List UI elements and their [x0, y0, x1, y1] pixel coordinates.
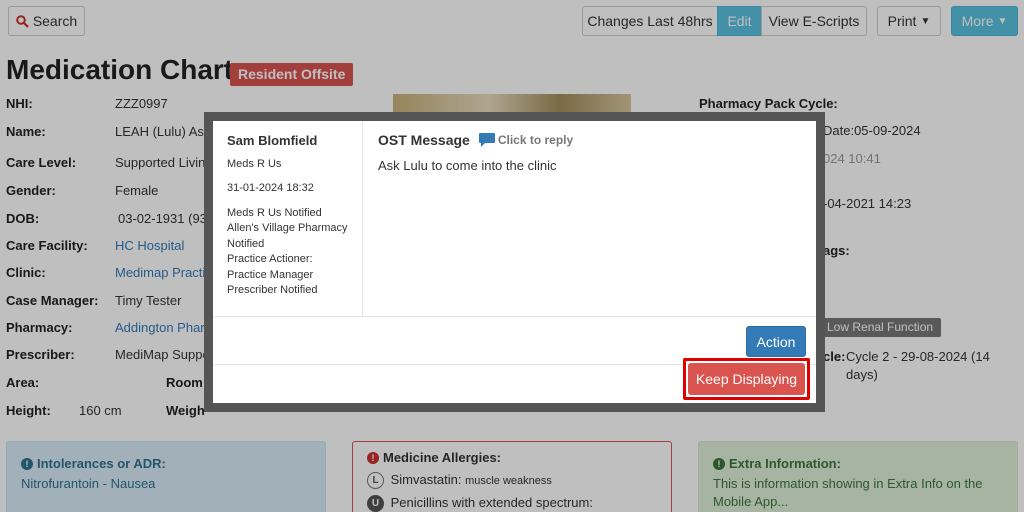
- notify-line: Prescriber Notified: [227, 284, 318, 296]
- notify-line: Practice Actioner:: [227, 253, 313, 265]
- notify-line: Notified: [227, 237, 265, 250]
- modal-content: Sam Blomfield Meds R Us 31-01-2024 18:32…: [213, 121, 816, 403]
- notify-line: Allen's Village Pharmacy: [227, 222, 348, 234]
- message-datetime: 31-01-2024 18:32: [227, 182, 314, 194]
- keep-displaying-button[interactable]: Keep Displaying: [688, 363, 805, 395]
- click-to-reply-label: Click to reply: [497, 133, 574, 147]
- message-content: OST Message Click to reply Ask Lulu to c…: [364, 121, 816, 316]
- notify-line: Practice Manager: [227, 268, 314, 281]
- notify-line: Meds R Us Notified: [227, 206, 322, 219]
- ost-message-modal: Sam Blomfield Meds R Us 31-01-2024 18:32…: [204, 112, 825, 412]
- sender-org: Meds R Us: [227, 157, 282, 170]
- speech-bubble-icon: [478, 133, 495, 147]
- action-button[interactable]: Action: [746, 326, 806, 357]
- sender-name: Sam Blomfield: [227, 133, 318, 148]
- message-title: OST Message: [378, 132, 470, 148]
- keep-displaying-highlight: Keep Displaying: [683, 358, 810, 400]
- click-to-reply-link[interactable]: Click to reply: [478, 132, 573, 148]
- message-meta: Sam Blomfield Meds R Us 31-01-2024 18:32…: [213, 121, 363, 316]
- divider: [213, 316, 816, 317]
- message-body: Ask Lulu to come into the clinic: [378, 158, 557, 173]
